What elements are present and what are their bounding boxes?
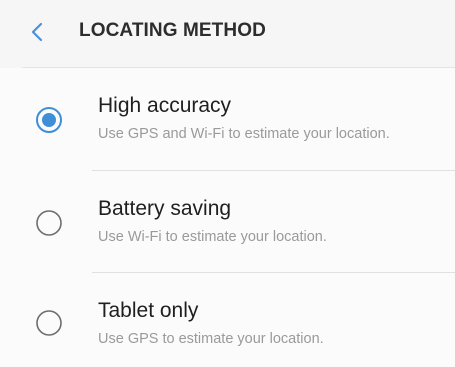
option-battery-saving[interactable]: Battery saving Use Wi-Fi to estimate you… [0, 171, 455, 273]
option-label: Battery saving [98, 197, 232, 220]
radio-unselected-icon[interactable] [35, 209, 63, 237]
chevron-left-icon [22, 14, 52, 50]
locating-method-options: High accuracy Use GPS and Wi-Fi to estim… [0, 68, 455, 367]
back-button[interactable] [22, 14, 52, 50]
option-label: Tablet only [98, 299, 199, 322]
option-description: Use GPS to estimate your location. [98, 331, 324, 347]
page-title: LOCATING METHOD [79, 20, 266, 41]
radio-selected-icon[interactable] [35, 106, 63, 134]
radio-unselected-icon[interactable] [35, 309, 63, 337]
option-description: Use GPS and Wi-Fi to estimate your locat… [98, 126, 390, 142]
option-description: Use Wi-Fi to estimate your location. [98, 229, 327, 245]
option-tablet-only[interactable]: Tablet only Use GPS to estimate your loc… [0, 273, 455, 367]
option-label: High accuracy [98, 94, 232, 117]
option-high-accuracy[interactable]: High accuracy Use GPS and Wi-Fi to estim… [0, 68, 455, 170]
screen: LOCATING METHOD High accuracy Use GPS an… [0, 0, 455, 367]
app-bar: LOCATING METHOD [0, 0, 455, 66]
